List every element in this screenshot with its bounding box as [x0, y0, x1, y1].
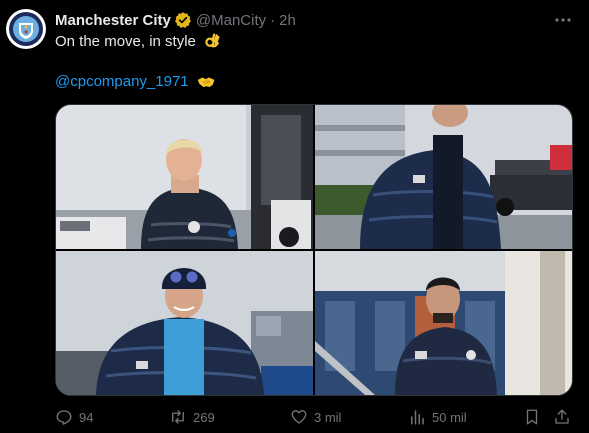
views-icon [411, 410, 424, 425]
bookmark-icon [526, 409, 538, 425]
views-count: 50 mil [432, 409, 467, 425]
tweet-text-line: On the move, in style [55, 32, 221, 55]
avatar[interactable] [6, 9, 46, 49]
photo-2[interactable] [315, 105, 572, 249]
more-horizontal-icon[interactable] [553, 10, 573, 30]
bookmark-button[interactable] [523, 405, 541, 429]
photo-4[interactable] [315, 251, 572, 395]
timestamp[interactable]: 2h [279, 12, 296, 29]
man-city-crest-icon [7, 10, 45, 48]
reply-icon [56, 410, 72, 425]
handle[interactable]: @ManCity [196, 12, 266, 29]
handshake-emoji-icon [197, 74, 216, 95]
views-button[interactable]: 50 mil [408, 405, 467, 429]
action-bar: 94 269 3 mil 50 mil [55, 405, 575, 429]
display-name[interactable]: Manchester City [55, 12, 171, 29]
media-grid [55, 104, 573, 396]
tweet-text: On the move, in style [55, 33, 196, 50]
mention-line: @cpcompany_1971 [55, 72, 216, 95]
reply-count: 94 [79, 409, 94, 425]
reply-button[interactable]: 94 [55, 405, 93, 429]
tweet-header: Manchester City @ManCity · 2h [55, 10, 296, 30]
like-icon [291, 410, 307, 424]
verified-badge-icon[interactable] [174, 11, 192, 29]
retweet-count: 269 [193, 409, 215, 425]
photo-3[interactable] [56, 251, 313, 395]
mention-link[interactable]: @cpcompany_1971 [55, 73, 189, 90]
retweet-button[interactable]: 269 [169, 405, 215, 429]
separator-dot: · [270, 11, 276, 29]
share-button[interactable] [553, 405, 571, 429]
like-count: 3 mil [314, 409, 342, 425]
like-button[interactable]: 3 mil [290, 405, 341, 429]
ok-hand-emoji-icon [204, 32, 221, 55]
tweet[interactable]: Manchester City @ManCity · 2h On the mov… [0, 0, 589, 433]
retweet-icon [172, 410, 184, 424]
share-icon [555, 409, 569, 424]
photo-1[interactable] [56, 105, 313, 249]
